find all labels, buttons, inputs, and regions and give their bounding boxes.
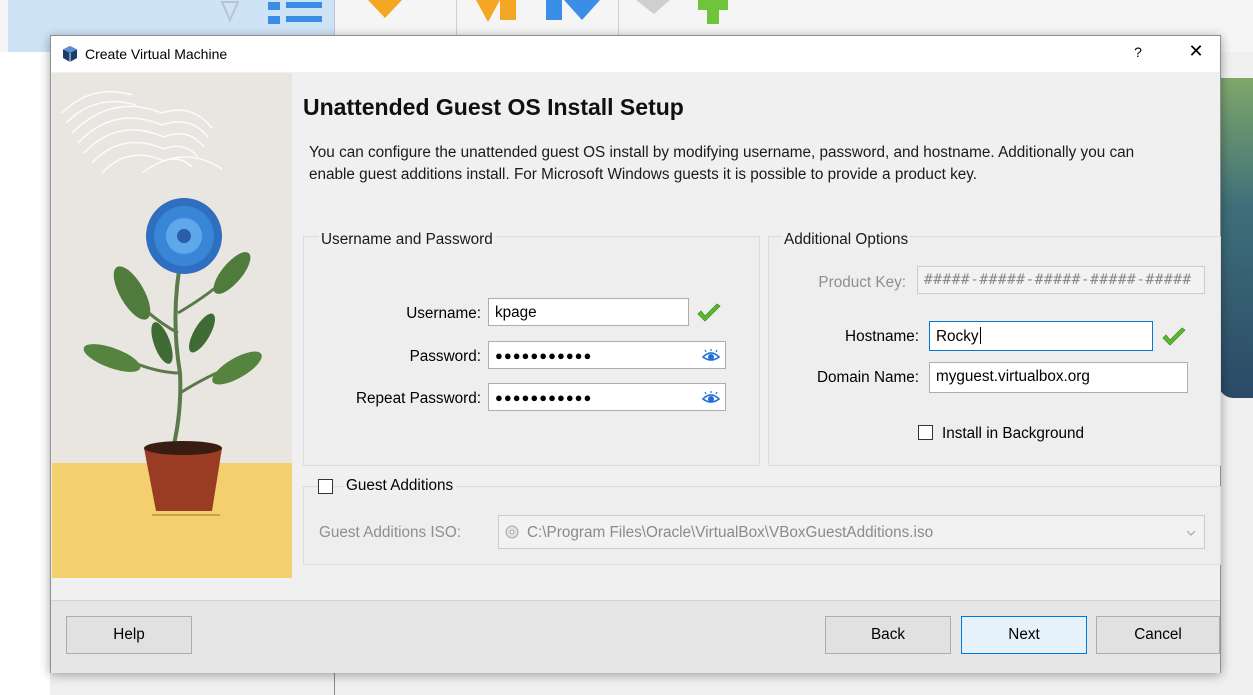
- background-toolbar-icons: [368, 0, 728, 24]
- tools-icon: [220, 0, 322, 24]
- guest-additions-iso-value: C:\Program Files\Oracle\VirtualBox\VBoxG…: [527, 524, 934, 541]
- cancel-button[interactable]: Cancel: [1096, 616, 1220, 654]
- product-key-field[interactable]: #####-#####-#####-#####-#####: [917, 266, 1205, 294]
- text-cursor: [979, 327, 981, 344]
- show-password-icon[interactable]: [702, 391, 720, 405]
- flower-illustration: [52, 73, 292, 578]
- hostname-value: Rocky: [936, 328, 979, 345]
- title-bar: Create Virtual Machine ? ✕: [51, 36, 1220, 72]
- valid-check-icon: [1162, 327, 1186, 346]
- page-description: You can configure the unattended guest O…: [309, 144, 1135, 183]
- create-vm-dialog: Create Virtual Machine ? ✕ Unattended Gu…: [50, 35, 1221, 673]
- hostname-field[interactable]: Rocky: [929, 321, 1153, 351]
- install-in-background-checkbox[interactable]: [918, 425, 933, 440]
- show-password-icon[interactable]: [702, 349, 720, 363]
- close-button[interactable]: ✕: [1181, 41, 1211, 62]
- page-title: Unattended Guest OS Install Setup: [303, 94, 684, 120]
- password-label: Password:: [409, 348, 481, 365]
- guest-additions-iso-select[interactable]: C:\Program Files\Oracle\VirtualBox\VBoxG…: [498, 515, 1205, 549]
- dialog-footer: Help Back Next Cancel: [51, 600, 1220, 673]
- background-left-panel: [0, 52, 50, 695]
- chevron-down-icon: [1186, 530, 1196, 536]
- guest-additions-label[interactable]: Guest Additions: [343, 477, 457, 495]
- context-help-button[interactable]: ?: [1123, 44, 1153, 60]
- credentials-group-title: Username and Password: [319, 231, 495, 249]
- hostname-label: Hostname:: [845, 328, 919, 345]
- next-button[interactable]: Next: [961, 616, 1087, 654]
- wizard-illustration: [52, 73, 292, 578]
- guest-additions-iso-label: Guest Additions ISO:: [319, 524, 461, 541]
- virtualbox-icon: [63, 46, 77, 62]
- username-label: Username:: [406, 305, 481, 322]
- repeat-password-label: Repeat Password:: [356, 390, 481, 407]
- guest-additions-checkbox[interactable]: [318, 479, 333, 494]
- domain-name-field[interactable]: myguest.virtualbox.org: [929, 362, 1188, 393]
- password-field[interactable]: ●●●●●●●●●●●: [488, 341, 726, 369]
- install-in-background-label[interactable]: Install in Background: [942, 425, 1084, 443]
- valid-check-icon: [697, 303, 721, 322]
- disc-icon: [505, 525, 519, 539]
- background-divider: [334, 672, 335, 695]
- product-key-label: Product Key:: [818, 274, 906, 291]
- additional-options-title: Additional Options: [782, 231, 911, 249]
- background-art: [1219, 78, 1253, 398]
- back-button[interactable]: Back: [825, 616, 951, 654]
- help-button[interactable]: Help: [66, 616, 192, 654]
- domain-name-label: Domain Name:: [816, 369, 919, 386]
- repeat-password-field[interactable]: ●●●●●●●●●●●: [488, 383, 726, 411]
- username-field[interactable]: kpage: [488, 298, 689, 326]
- window-title: Create Virtual Machine: [85, 46, 228, 62]
